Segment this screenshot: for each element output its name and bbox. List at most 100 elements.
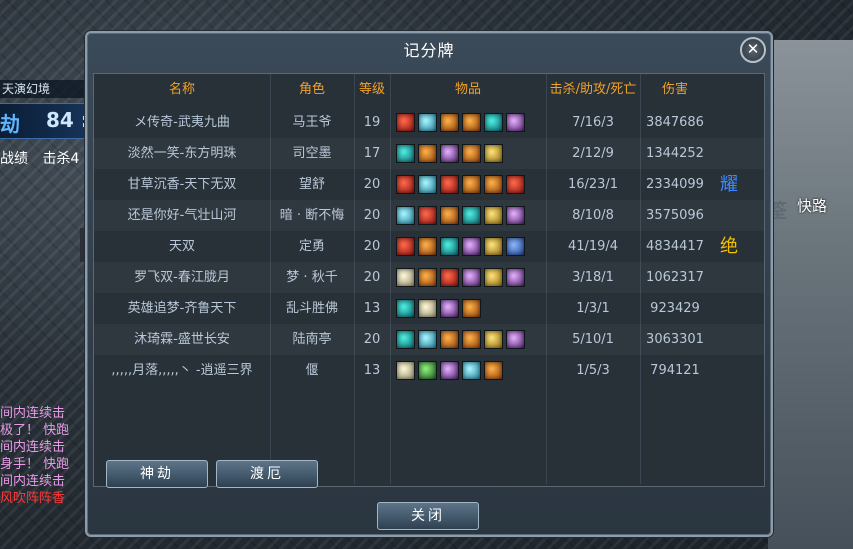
chat-line: 身手！ 快跑 xyxy=(0,457,70,472)
player-row[interactable]: 天双 定勇 20 41/19/4 4834417 绝 xyxy=(94,231,764,262)
item-icon[interactable] xyxy=(462,113,481,132)
header-items: 物品 xyxy=(454,82,481,97)
item-icon[interactable] xyxy=(462,330,481,349)
player-row[interactable]: 沐琦霖-盛世长安 陆南亭 20 5/10/1 3063301 xyxy=(94,324,764,355)
item-icon[interactable] xyxy=(462,237,481,256)
item-icon[interactable] xyxy=(440,361,459,380)
item-icon[interactable] xyxy=(440,330,459,349)
item-icon[interactable] xyxy=(484,268,503,287)
item-icon[interactable] xyxy=(418,268,437,287)
player-row[interactable]: ,,,,,月落,,,,,丶 -逍遥三界 偃 13 1/5/3 794121 xyxy=(94,355,764,386)
item-icon[interactable] xyxy=(440,299,459,318)
player-title-badge xyxy=(714,324,744,355)
player-row[interactable]: 还是你好-气壮山河 暗 · 断不悔 20 8/10/8 3575096 xyxy=(94,200,764,231)
scoreboard-table: 名称 角色 等级 物品 击杀/助攻/死亡 伤害 メ传奇-武夷九曲 马王爷 19 7/1… xyxy=(93,73,765,487)
item-icon[interactable] xyxy=(462,361,481,380)
close-button[interactable]: 关闭 xyxy=(377,502,479,530)
player-kda: 1/5/3 xyxy=(576,363,610,378)
item-icon[interactable] xyxy=(418,206,437,225)
player-role: 乱斗胜佛 xyxy=(285,301,338,316)
player-title-badge: 耀 xyxy=(720,174,738,195)
player-row[interactable]: メ传奇-武夷九曲 马王爷 19 7/16/3 3847686 xyxy=(94,107,764,138)
item-icon[interactable] xyxy=(462,268,481,287)
item-icon[interactable] xyxy=(440,237,459,256)
tab-due-button[interactable]: 渡厄 xyxy=(216,460,318,488)
item-icon[interactable] xyxy=(506,237,525,256)
player-damage: 923429 xyxy=(650,301,700,316)
item-icon[interactable] xyxy=(484,206,503,225)
item-icon[interactable] xyxy=(396,206,415,225)
item-icon[interactable] xyxy=(462,206,481,225)
item-icon[interactable] xyxy=(396,144,415,163)
item-icon[interactable] xyxy=(396,299,415,318)
player-level: 20 xyxy=(363,208,381,223)
item-icon[interactable] xyxy=(440,206,459,225)
close-icon[interactable]: ✕ xyxy=(740,37,766,63)
player-role: 偃 xyxy=(305,363,319,378)
item-icon[interactable] xyxy=(418,144,437,163)
item-icon[interactable] xyxy=(462,175,481,194)
item-icon[interactable] xyxy=(440,144,459,163)
player-title-badge xyxy=(714,107,744,138)
player-damage: 3847686 xyxy=(646,115,704,130)
item-icon[interactable] xyxy=(418,299,437,318)
item-icon[interactable] xyxy=(440,113,459,132)
player-level: 20 xyxy=(363,332,381,347)
zone-name: 天演幻境 xyxy=(0,80,94,98)
item-icon[interactable] xyxy=(418,175,437,194)
item-icon[interactable] xyxy=(440,268,459,287)
item-icon[interactable] xyxy=(506,268,525,287)
item-icon[interactable] xyxy=(484,361,503,380)
player-level: 20 xyxy=(363,239,381,254)
item-icon[interactable] xyxy=(484,237,503,256)
player-damage: 2334099 xyxy=(646,177,704,192)
player-role: 暗 · 断不悔 xyxy=(279,208,345,223)
player-name: 天双 xyxy=(168,239,195,254)
item-icon[interactable] xyxy=(396,113,415,132)
player-kda: 2/12/9 xyxy=(572,146,614,161)
hud-score-left: 劫 xyxy=(0,112,20,136)
hud-tab-kills[interactable]: 击杀4 xyxy=(42,151,79,167)
item-icon[interactable] xyxy=(396,237,415,256)
player-items xyxy=(390,200,546,231)
item-icon[interactable] xyxy=(506,330,525,349)
item-icon[interactable] xyxy=(484,144,503,163)
player-row[interactable]: 淡然一笑-东方明珠 司空墨 17 2/12/9 1344252 xyxy=(94,138,764,169)
player-row[interactable]: 英雄追梦-齐鲁天下 乱斗胜佛 13 1/3/1 923429 xyxy=(94,293,764,324)
player-row[interactable]: 罗飞双-春江胧月 梦 · 秋千 20 3/18/1 1062317 xyxy=(94,262,764,293)
player-title-badge xyxy=(714,293,744,324)
player-row[interactable]: 甘草沉香-天下无双 望舒 20 16/23/1 2334099 耀 xyxy=(94,169,764,200)
item-icon[interactable] xyxy=(396,268,415,287)
player-kda: 5/10/1 xyxy=(572,332,614,347)
header-kda: 击杀/助攻/死亡 xyxy=(549,82,637,97)
item-icon[interactable] xyxy=(484,330,503,349)
header-name: 名称 xyxy=(168,82,195,97)
chat-line: 间内连续击 xyxy=(0,406,66,421)
item-icon[interactable] xyxy=(506,113,525,132)
item-icon[interactable] xyxy=(396,361,415,380)
item-icon[interactable] xyxy=(418,237,437,256)
item-icon[interactable] xyxy=(418,113,437,132)
hud-tab-record[interactable]: 战绩 xyxy=(0,151,28,167)
player-role: 马王爷 xyxy=(292,115,332,130)
tab-shenjie-button[interactable]: 神劫 xyxy=(106,460,208,488)
player-items xyxy=(390,231,546,262)
player-title-badge: 绝 xyxy=(720,236,738,257)
player-damage: 4834417 xyxy=(646,239,704,254)
player-level: 17 xyxy=(363,146,381,161)
item-icon[interactable] xyxy=(418,361,437,380)
item-icon[interactable] xyxy=(484,113,503,132)
item-icon[interactable] xyxy=(396,330,415,349)
player-level: 13 xyxy=(363,301,381,316)
player-damage: 794121 xyxy=(650,363,700,378)
item-icon[interactable] xyxy=(462,299,481,318)
item-icon[interactable] xyxy=(506,175,525,194)
hud-score-bar: 劫 84 : xyxy=(0,103,92,139)
item-icon[interactable] xyxy=(506,206,525,225)
item-icon[interactable] xyxy=(462,144,481,163)
item-icon[interactable] xyxy=(484,175,503,194)
item-icon[interactable] xyxy=(418,330,437,349)
item-icon[interactable] xyxy=(440,175,459,194)
item-icon[interactable] xyxy=(396,175,415,194)
hud-score-right: 84 : xyxy=(46,108,89,132)
